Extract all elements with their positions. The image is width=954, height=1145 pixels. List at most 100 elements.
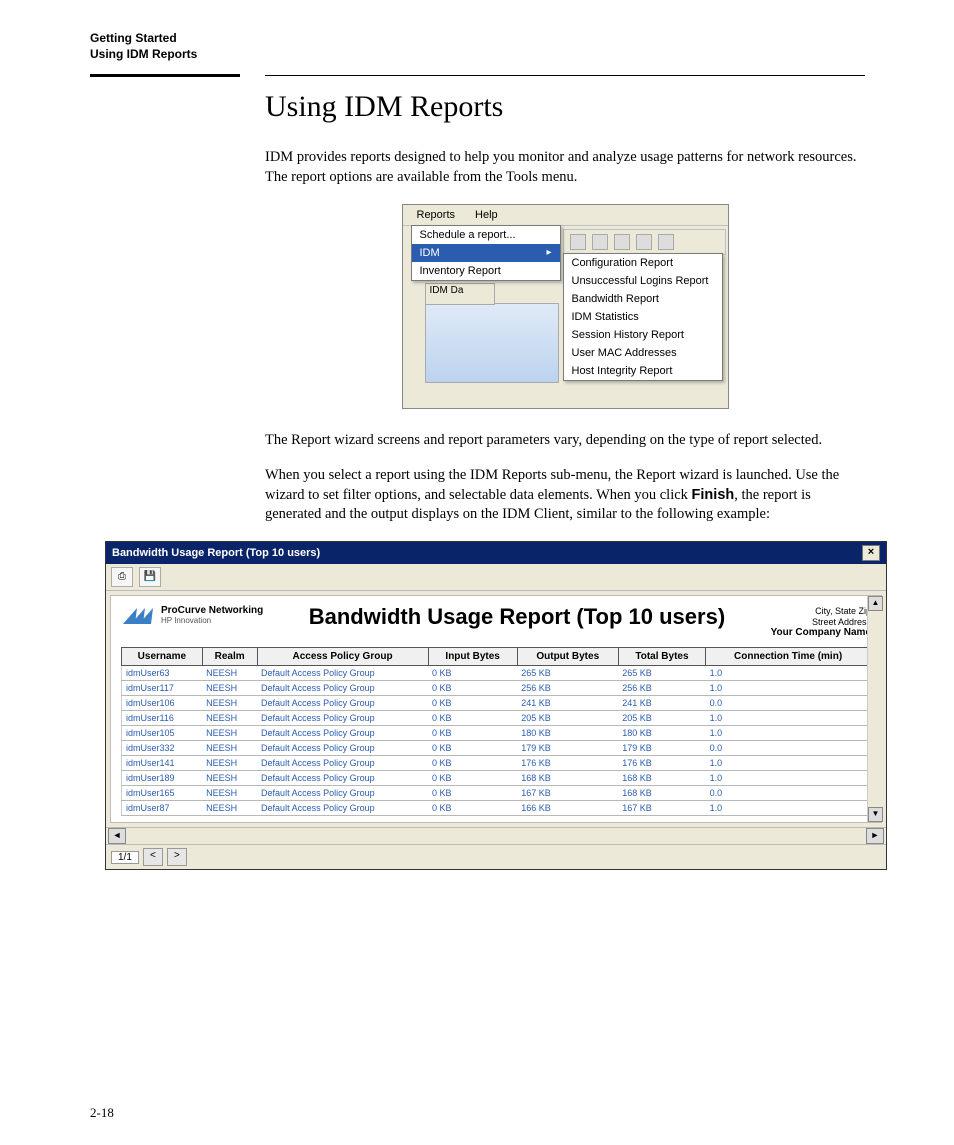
table-cell: idmUser106 — [122, 696, 203, 711]
idm-submenu: Configuration Report Unsuccessful Logins… — [563, 253, 723, 381]
menu-item-schedule[interactable]: Schedule a report... — [412, 226, 560, 244]
brand-sub: HP Innovation — [161, 616, 263, 625]
table-cell: 0.0 — [706, 696, 871, 711]
table-cell: 265 KB — [618, 666, 705, 681]
table-header: Connection Time (min) — [706, 648, 871, 666]
report-window: Bandwidth Usage Report (Top 10 users) × … — [105, 541, 887, 871]
table-cell: NEESH — [202, 801, 257, 816]
table-cell: 205 KB — [618, 711, 705, 726]
table-cell: idmUser141 — [122, 756, 203, 771]
toolbar-icon[interactable] — [614, 234, 630, 250]
breadcrumb-line1: Getting Started — [90, 30, 884, 46]
table-cell: 256 KB — [517, 681, 618, 696]
table-header: Total Bytes — [618, 648, 705, 666]
table-cell: Default Access Policy Group — [257, 696, 428, 711]
table-row: idmUser106NEESHDefault Access Policy Gro… — [122, 696, 871, 711]
brand-name: ProCurve Networking — [161, 605, 263, 616]
submenu-item[interactable]: Unsuccessful Logins Report — [564, 272, 722, 290]
table-row: idmUser87NEESHDefault Access Policy Grou… — [122, 801, 871, 816]
breadcrumb: Getting Started Using IDM Reports — [90, 30, 884, 62]
reports-dropdown: Schedule a report... IDM Inventory Repor… — [411, 225, 561, 281]
table-cell: idmUser165 — [122, 786, 203, 801]
table-cell: 1.0 — [706, 771, 871, 786]
scroll-left-icon[interactable]: ◄ — [108, 828, 126, 844]
table-cell: idmUser117 — [122, 681, 203, 696]
table-cell: Default Access Policy Group — [257, 711, 428, 726]
table-cell: 0 KB — [428, 666, 517, 681]
menu-item-inventory[interactable]: Inventory Report — [412, 262, 560, 280]
scroll-right-icon[interactable]: ► — [866, 828, 884, 844]
toolbar-icon[interactable] — [636, 234, 652, 250]
table-cell: 0 KB — [428, 786, 517, 801]
table-cell: 241 KB — [618, 696, 705, 711]
page-prev-icon[interactable]: < — [143, 848, 163, 866]
table-cell: idmUser87 — [122, 801, 203, 816]
scroll-up-icon[interactable]: ▲ — [868, 596, 883, 611]
table-cell: NEESH — [202, 666, 257, 681]
toolbar-icon[interactable] — [570, 234, 586, 250]
table-header: Username — [122, 648, 203, 666]
table-cell: 0 KB — [428, 726, 517, 741]
window-titlebar: Bandwidth Usage Report (Top 10 users) × — [106, 542, 886, 564]
table-cell: 265 KB — [517, 666, 618, 681]
background-tab: IDM Da — [425, 283, 495, 305]
table-row: idmUser189NEESHDefault Access Policy Gro… — [122, 771, 871, 786]
submenu-item[interactable]: Session History Report — [564, 326, 722, 344]
report-body: ▲ ▼ ProCurve Networking HP Innovation — [110, 595, 882, 824]
table-cell: 0 KB — [428, 756, 517, 771]
menu-item-idm[interactable]: IDM — [412, 244, 560, 262]
table-cell: 0 KB — [428, 771, 517, 786]
table-cell: 1.0 — [706, 711, 871, 726]
report-toolbar: ⎙ 💾 — [106, 564, 886, 591]
table-cell: Default Access Policy Group — [257, 741, 428, 756]
submenu-item[interactable]: Host Integrity Report — [564, 362, 722, 380]
table-row: idmUser116NEESHDefault Access Policy Gro… — [122, 711, 871, 726]
menu-screenshot: Reports Help Schedule a report... IDM In… — [402, 204, 729, 409]
table-cell: 168 KB — [618, 771, 705, 786]
table-cell: 205 KB — [517, 711, 618, 726]
window-title: Bandwidth Usage Report (Top 10 users) — [112, 547, 320, 559]
company-address: City, State Zip Street Address Your Comp… — [771, 606, 871, 640]
table-cell: NEESH — [202, 681, 257, 696]
table-cell: NEESH — [202, 771, 257, 786]
vertical-scrollbar[interactable]: ▲ ▼ — [867, 596, 883, 823]
table-cell: 167 KB — [618, 801, 705, 816]
table-cell: 256 KB — [618, 681, 705, 696]
rule-heavy — [90, 74, 240, 77]
table-cell: 180 KB — [618, 726, 705, 741]
table-cell: NEESH — [202, 696, 257, 711]
menu-help[interactable]: Help — [465, 207, 508, 223]
table-cell: idmUser105 — [122, 726, 203, 741]
paginator: 1/1 < > — [106, 844, 886, 869]
submenu-item[interactable]: Bandwidth Report — [564, 290, 722, 308]
toolbar-icon[interactable] — [592, 234, 608, 250]
table-cell: 176 KB — [517, 756, 618, 771]
table-cell: Default Access Policy Group — [257, 666, 428, 681]
table-cell: 168 KB — [618, 786, 705, 801]
table-cell: 168 KB — [517, 771, 618, 786]
table-cell: NEESH — [202, 756, 257, 771]
submenu-item[interactable]: IDM Statistics — [564, 308, 722, 326]
menu-reports[interactable]: Reports — [407, 207, 466, 223]
horizontal-scrollbar[interactable]: ◄ ► — [106, 827, 886, 844]
table-cell: 0 KB — [428, 711, 517, 726]
submenu-item[interactable]: User MAC Addresses — [564, 344, 722, 362]
print-icon[interactable]: ⎙ — [111, 567, 133, 587]
rule-thin — [265, 75, 865, 76]
table-header: Input Bytes — [428, 648, 517, 666]
wing-icon — [121, 604, 155, 626]
submenu-item[interactable]: Configuration Report — [564, 254, 722, 272]
table-cell: 176 KB — [618, 756, 705, 771]
table-cell: 1.0 — [706, 801, 871, 816]
close-icon[interactable]: × — [862, 545, 880, 561]
finish-bold: Finish — [692, 487, 735, 503]
table-cell: Default Access Policy Group — [257, 786, 428, 801]
table-cell: idmUser189 — [122, 771, 203, 786]
save-icon[interactable]: 💾 — [139, 567, 161, 587]
scroll-down-icon[interactable]: ▼ — [868, 807, 883, 822]
breadcrumb-line2: Using IDM Reports — [90, 46, 884, 62]
table-cell: NEESH — [202, 741, 257, 756]
toolbar-icon[interactable] — [658, 234, 674, 250]
page-next-icon[interactable]: > — [167, 848, 187, 866]
table-cell: 1.0 — [706, 756, 871, 771]
